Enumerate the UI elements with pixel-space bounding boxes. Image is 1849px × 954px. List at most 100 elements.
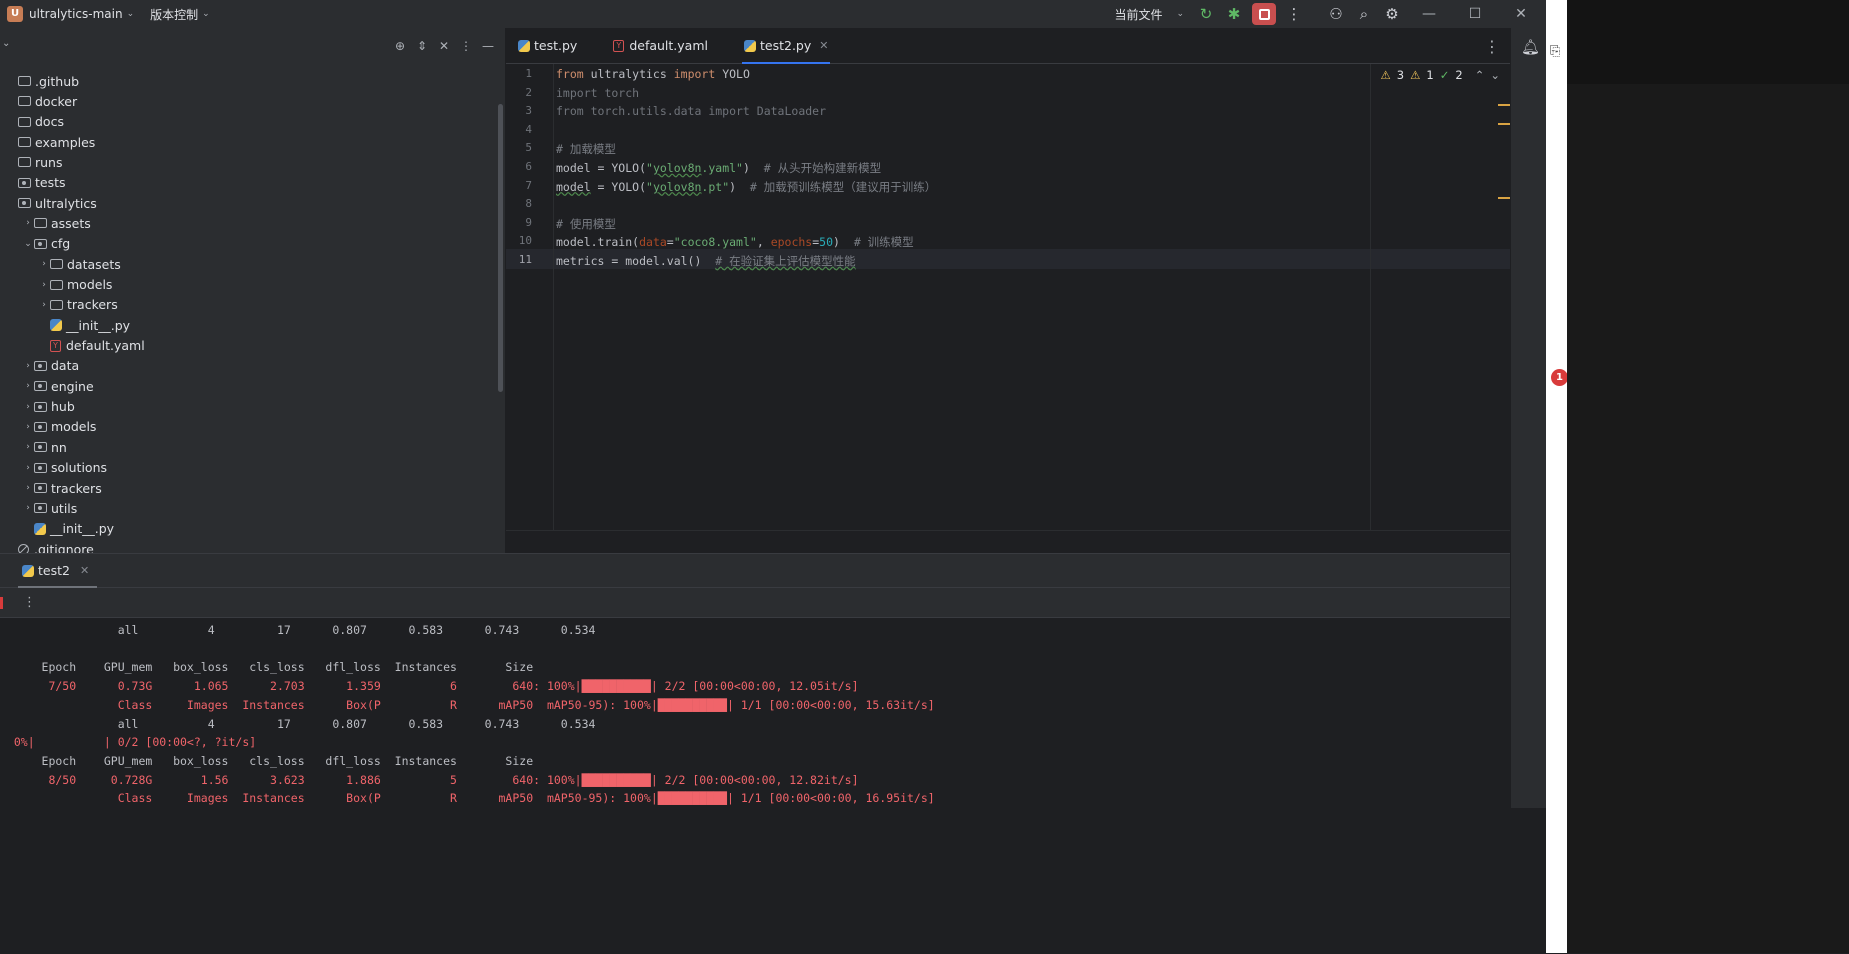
tree-item[interactable]: .gitignore	[0, 539, 500, 553]
next-problem-icon[interactable]: ⌄	[1490, 68, 1500, 82]
line-number[interactable]: 8	[506, 197, 532, 210]
close-icon[interactable]: ✕	[80, 564, 89, 577]
tree-scrollbar[interactable]	[498, 104, 503, 392]
tree-item[interactable]: Ydefault.yaml	[0, 336, 500, 356]
tree-item[interactable]: › nn	[0, 437, 500, 457]
chevron-down-icon[interactable]: ⌄	[127, 9, 135, 19]
close-window-button[interactable]: ✕	[1498, 0, 1544, 28]
tree-item[interactable]: ⌄ cfg	[0, 234, 500, 254]
tree-item[interactable]: › models	[0, 417, 500, 437]
tabs-more-icon[interactable]: ⋮	[1484, 28, 1500, 64]
tree-item[interactable]: › solutions	[0, 458, 500, 478]
vcs-menu[interactable]: 版本控制	[150, 6, 198, 23]
chevron-right-icon[interactable]: ›	[22, 361, 34, 371]
tree-item[interactable]: ultralytics	[0, 193, 500, 213]
chevron-right-icon[interactable]: ›	[38, 259, 50, 269]
run-more-icon[interactable]: ⋮	[23, 595, 36, 610]
notification-badge[interactable]: 1	[1551, 369, 1568, 386]
tree-item[interactable]: › hub	[0, 397, 500, 417]
chevron-down-icon[interactable]: ⌄	[1176, 9, 1184, 19]
chevron-right-icon[interactable]: ›	[22, 402, 34, 412]
tree-item[interactable]: runs	[0, 152, 500, 172]
code-line[interactable]: model = YOLO("yolov8n.pt") # 加载预训练模型（建议用…	[556, 179, 936, 195]
stop-indicator-icon[interactable]	[0, 596, 3, 609]
editor-tab[interactable]: test.py	[508, 28, 587, 64]
chevron-right-icon[interactable]: ›	[22, 218, 34, 228]
code-line[interactable]: # 加载模型	[556, 141, 616, 157]
code-line[interactable]: import torch	[556, 86, 639, 100]
chevron-down-icon[interactable]: ⌄	[2, 38, 10, 49]
tree-item[interactable]: › datasets	[0, 254, 500, 274]
prev-problem-icon[interactable]: ⌃	[1475, 68, 1485, 82]
hide-panel-icon[interactable]: —	[481, 39, 495, 53]
stop-button[interactable]	[1252, 3, 1276, 25]
more-actions-icon[interactable]: ⋮	[1280, 0, 1308, 28]
editor-tab[interactable]: test2.py ✕	[734, 28, 838, 64]
inspection-widget[interactable]: ⚠ 3 ⚠ 1 ✓ 2 ⌃ ⌄	[1380, 68, 1500, 82]
tree-item[interactable]: docs	[0, 112, 500, 132]
code-line[interactable]: # 使用模型	[556, 216, 616, 232]
close-icon[interactable]: ✕	[819, 39, 828, 52]
line-number[interactable]: 10	[506, 234, 532, 247]
line-number[interactable]: 7	[506, 179, 532, 192]
chevron-right-icon[interactable]: ›	[22, 422, 34, 432]
options-icon[interactable]: ⋮	[459, 39, 473, 53]
tree-item[interactable]: › trackers	[0, 295, 500, 315]
run-tab-test2[interactable]: test2 ✕	[17, 554, 98, 588]
project-badge-icon[interactable]: U	[7, 6, 23, 22]
tree-item[interactable]: › utils	[0, 498, 500, 518]
line-number[interactable]: 9	[506, 216, 532, 229]
code-line[interactable]: from ultralytics import YOLO	[556, 67, 750, 81]
debug-icon[interactable]: ✱	[1220, 0, 1248, 28]
line-number[interactable]: 1	[506, 67, 532, 80]
add-user-icon[interactable]: ⚇	[1322, 0, 1350, 28]
scroll-marker[interactable]	[1498, 104, 1510, 106]
scroll-marker[interactable]	[1498, 197, 1510, 199]
minimize-button[interactable]: —	[1406, 0, 1452, 28]
code-line[interactable]: metrics = model.val() # 在验证集上评估模型性能	[556, 253, 856, 269]
editor-tab[interactable]: Ydefault.yaml	[603, 28, 718, 64]
collapse-all-icon[interactable]: ✕	[437, 39, 451, 53]
code-line[interactable]: from torch.utils.data import DataLoader	[556, 104, 826, 118]
tree-item[interactable]: __init__.py	[0, 519, 500, 539]
chevron-down-icon[interactable]: ⌄	[202, 9, 210, 19]
code-editor[interactable]: 1 2 3 4 5 6 7 8 9 10 11 from ultralytics import YO…	[506, 64, 1510, 530]
maximize-button[interactable]: ☐	[1452, 0, 1498, 28]
notifications-bell-icon[interactable]: 🔔︎	[1521, 38, 1540, 56]
tree-item[interactable]: examples	[0, 132, 500, 152]
run-config-selector[interactable]: 当前文件	[1114, 6, 1162, 23]
search-icon[interactable]: ⌕	[1350, 0, 1378, 28]
line-number[interactable]: 3	[506, 104, 532, 117]
tree-item[interactable]: .github	[0, 71, 500, 91]
tree-item[interactable]: __init__.py	[0, 315, 500, 335]
chevron-right-icon[interactable]: ›	[38, 280, 50, 290]
chevron-right-icon[interactable]: ›	[22, 381, 34, 391]
expand-all-icon[interactable]: ⇕	[415, 39, 429, 53]
project-name[interactable]: ultralytics-main	[29, 7, 123, 21]
chevron-right-icon[interactable]: ›	[38, 300, 50, 310]
code-line[interactable]: model = YOLO("yolov8n.yaml") # 从头开始构建新模型	[556, 160, 881, 176]
chevron-right-icon[interactable]: ›	[22, 463, 34, 473]
chevron-right-icon[interactable]: ›	[22, 442, 34, 452]
tree-item[interactable]: docker	[0, 91, 500, 111]
line-number[interactable]: 6	[506, 160, 532, 173]
chevron-right-icon[interactable]: ›	[22, 503, 34, 513]
code-line[interactable]: model.train(data="coco8.yaml", epochs=50…	[556, 234, 914, 250]
tree-item[interactable]: › models	[0, 275, 500, 295]
settings-gear-icon[interactable]: ⚙	[1378, 0, 1406, 28]
locate-file-icon[interactable]: ⊕	[393, 39, 407, 53]
tree-item[interactable]: › assets	[0, 213, 500, 233]
line-number[interactable]: 4	[506, 123, 532, 136]
line-number[interactable]: 2	[506, 86, 532, 99]
tree-item[interactable]: tests	[0, 173, 500, 193]
line-number[interactable]: 5	[506, 141, 532, 154]
rerun-icon[interactable]: ↻	[1192, 0, 1220, 28]
console-output[interactable]: all 4 17 0.807 0.583 0.743 0.534 Epoch G…	[0, 619, 1510, 954]
scroll-marker[interactable]	[1498, 123, 1510, 125]
line-number[interactable]: 11	[506, 253, 532, 266]
chevron-down-icon[interactable]: ⌄	[22, 239, 34, 249]
tree-item[interactable]: › engine	[0, 376, 500, 396]
tree-item[interactable]: › data	[0, 356, 500, 376]
chevron-right-icon[interactable]: ›	[22, 483, 34, 493]
tree-item[interactable]: › trackers	[0, 478, 500, 498]
